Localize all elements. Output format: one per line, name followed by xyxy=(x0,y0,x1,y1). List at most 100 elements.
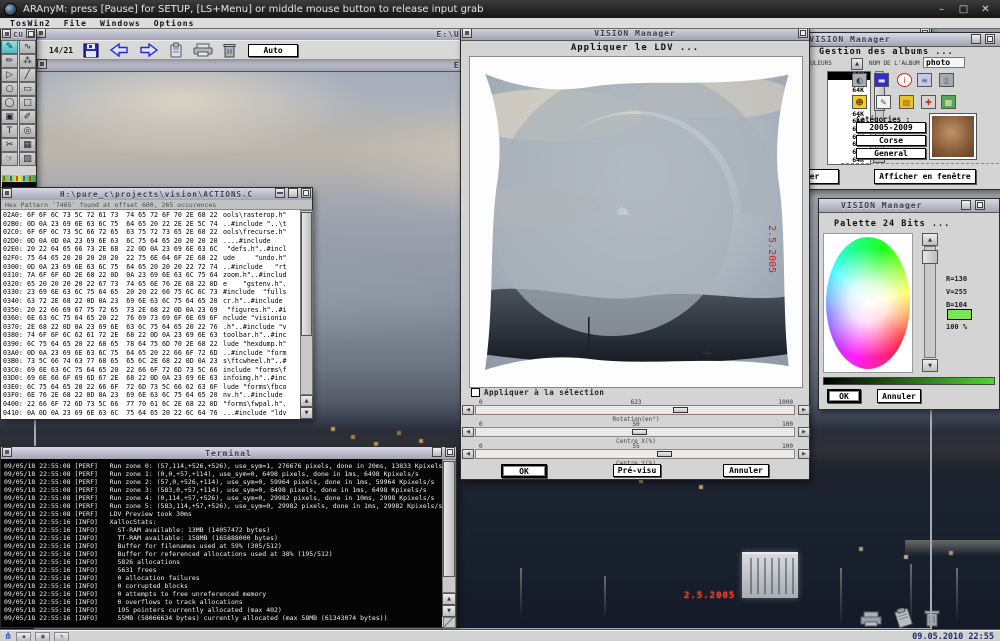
tool-button[interactable]: ☞ xyxy=(1,152,18,166)
shade-icon[interactable] xyxy=(961,200,971,210)
slider-track[interactable] xyxy=(475,449,795,459)
tool-button[interactable]: ∿ xyxy=(19,40,36,54)
tool-button[interactable]: ▦ xyxy=(19,138,36,152)
hex-dump[interactable]: 02A0:6F 6F 6C 73 5C 72 61 73 74 65 72 6F… xyxy=(1,210,300,419)
tool-button[interactable]: ▨ xyxy=(19,152,36,166)
fuller-icon[interactable] xyxy=(26,29,35,38)
preview-canvas[interactable]: 2.5.2005 xyxy=(469,56,803,388)
minimize-button[interactable]: – xyxy=(935,4,948,15)
forward-icon[interactable] xyxy=(139,43,159,57)
close-icon[interactable] xyxy=(462,28,472,38)
slider-up-icon[interactable]: ▲ xyxy=(922,233,938,246)
close-icon[interactable] xyxy=(2,188,12,198)
auto-button[interactable]: Auto xyxy=(248,44,298,57)
hex-scroll-thumb[interactable] xyxy=(301,212,312,336)
scroll-up-icon[interactable]: ▲ xyxy=(442,593,456,605)
scroll-down-icon[interactable]: ▼ xyxy=(300,407,313,419)
trash-icon[interactable] xyxy=(223,42,236,58)
slider-right-icon[interactable]: ▶ xyxy=(798,405,810,415)
album-thumbnail-frame[interactable] xyxy=(929,113,977,160)
close-button[interactable]: ✕ xyxy=(979,4,992,15)
album-icon[interactable]: ☻ xyxy=(852,95,867,109)
slider-track[interactable] xyxy=(475,405,795,415)
resize-grip[interactable] xyxy=(443,617,456,628)
atari-logo-icon[interactable]: ⋔ xyxy=(4,632,12,641)
album-icon[interactable]: ◐ xyxy=(852,73,867,87)
value-slider-thumb[interactable] xyxy=(922,250,938,264)
tool-button[interactable]: □ xyxy=(19,96,36,110)
cancel-button[interactable]: Annuler xyxy=(723,464,769,477)
tool-button[interactable]: T xyxy=(1,124,18,138)
tool-button[interactable]: ⁂ xyxy=(19,54,36,68)
slider-thumb[interactable] xyxy=(673,407,688,413)
brightness-bar[interactable] xyxy=(823,377,995,385)
tool-button[interactable]: ○ xyxy=(1,82,18,96)
save-icon[interactable] xyxy=(83,43,99,58)
window-titlebar[interactable]: VISION Manager xyxy=(461,27,809,41)
close-icon[interactable] xyxy=(2,447,12,457)
category-button[interactable]: General xyxy=(856,148,926,159)
close-icon[interactable] xyxy=(37,59,47,69)
close-icon[interactable] xyxy=(36,28,46,38)
menu-item[interactable]: Options xyxy=(154,19,195,28)
taskbar-window-icon[interactable]: ▪ xyxy=(16,632,31,641)
tool-button[interactable]: ▷ xyxy=(1,68,18,82)
album-icon[interactable]: ▬ xyxy=(874,73,889,87)
menu-item[interactable]: File xyxy=(64,19,87,28)
category-button[interactable]: 2005-2009 xyxy=(856,122,926,133)
slider-left-icon[interactable]: ◀ xyxy=(462,405,474,415)
iconify-icon[interactable] xyxy=(432,447,442,457)
ok-button[interactable]: OK xyxy=(501,464,547,478)
tool-button[interactable]: ◎ xyxy=(19,124,36,138)
cancel-button[interactable]: Annuler xyxy=(877,389,921,403)
copy-icon[interactable] xyxy=(169,42,183,58)
tool-button[interactable]: ✎ xyxy=(1,40,18,54)
album-icon[interactable]: i xyxy=(897,73,912,87)
category-button[interactable]: Corse xyxy=(856,135,926,146)
slider-track[interactable] xyxy=(475,427,795,437)
tool-button[interactable]: ▭ xyxy=(19,82,36,96)
menu-item[interactable]: Windows xyxy=(100,19,141,28)
album-icon[interactable]: ✚ xyxy=(921,95,936,109)
fuller-icon[interactable] xyxy=(975,200,985,210)
slider-right-icon[interactable]: ▶ xyxy=(798,449,810,459)
fuller-icon[interactable] xyxy=(798,28,808,38)
slider-thumb[interactable] xyxy=(657,451,672,457)
slider-left-icon[interactable]: ◀ xyxy=(462,449,474,459)
album-icon[interactable]: ≡ xyxy=(917,73,932,87)
tool-button[interactable]: ◯ xyxy=(1,96,18,110)
scroll-down-icon[interactable]: ▼ xyxy=(442,605,456,617)
apply-selection-checkbox[interactable] xyxy=(471,388,480,397)
close-icon[interactable] xyxy=(2,29,11,38)
shade-icon[interactable] xyxy=(275,188,285,198)
taskbar-tool-icon[interactable]: ✎ xyxy=(54,632,69,641)
show-in-window-button[interactable]: Afficher en fenêtre xyxy=(874,169,976,184)
tool-button[interactable]: ✐ xyxy=(19,110,36,124)
album-icon[interactable]: ✎ xyxy=(876,95,891,109)
maximize-button[interactable]: □ xyxy=(957,4,970,15)
ok-button[interactable]: OK xyxy=(827,389,861,403)
window-titlebar[interactable]: VISION Manager xyxy=(819,199,999,213)
back-icon[interactable] xyxy=(109,43,129,57)
taskbar-app-icon[interactable]: ▣ xyxy=(35,632,50,641)
album-icon[interactable]: ▯ xyxy=(939,73,954,87)
preview-button[interactable]: Pré-visu xyxy=(613,464,661,477)
slider-left-icon[interactable]: ◀ xyxy=(462,427,474,437)
tool-button[interactable]: ▣ xyxy=(1,110,18,124)
shade-icon[interactable] xyxy=(971,34,981,44)
slider-right-icon[interactable]: ▶ xyxy=(798,427,810,437)
fuller-icon[interactable] xyxy=(301,188,311,198)
album-icon[interactable]: ▨ xyxy=(899,95,914,109)
fuller-icon[interactable] xyxy=(445,447,455,457)
menu-item[interactable]: TosWin2 xyxy=(10,19,51,28)
tool-button[interactable]: ✂ xyxy=(1,138,18,152)
color-strip[interactable] xyxy=(2,175,36,182)
fuller-icon[interactable] xyxy=(985,34,995,44)
iconify-icon[interactable] xyxy=(288,188,298,198)
tool-button[interactable]: ╱ xyxy=(19,68,36,82)
album-name-field[interactable]: photo xyxy=(923,57,965,68)
album-icon[interactable]: ▦ xyxy=(941,95,956,109)
sort-up-icon[interactable]: ▲ xyxy=(851,58,863,70)
slider-thumb[interactable] xyxy=(632,429,647,435)
print-icon[interactable] xyxy=(193,43,213,57)
